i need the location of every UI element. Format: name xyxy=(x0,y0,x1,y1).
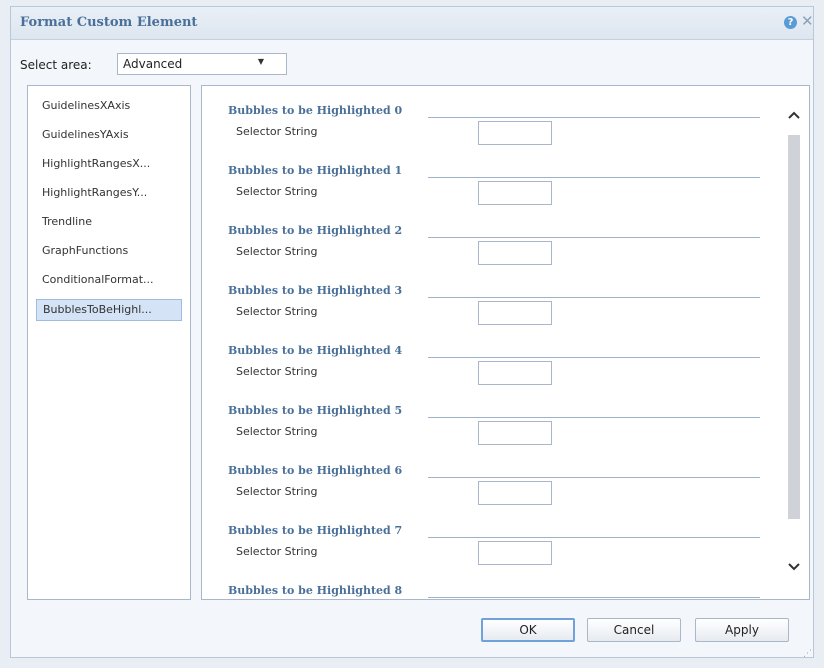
ok-button[interactable]: OK xyxy=(481,618,575,642)
area-dropdown[interactable]: Advanced ▼ xyxy=(117,53,287,75)
highlight-section: Bubbles to be Highlighted 6 Selector Stri… xyxy=(202,464,782,524)
section-title: Bubbles to be Highlighted 3 xyxy=(228,284,403,297)
selector-string-input[interactable] xyxy=(478,241,552,265)
section-divider xyxy=(428,177,760,178)
area-dropdown-value: Advanced xyxy=(123,57,183,71)
selector-string-label: Selector String xyxy=(236,245,318,258)
section-divider xyxy=(428,477,760,478)
section-divider xyxy=(428,597,760,598)
select-area-label: Select area: xyxy=(20,58,92,72)
selector-string-label: Selector String xyxy=(236,125,318,138)
section-divider xyxy=(428,537,760,538)
element-list-item[interactable]: HighlightRangesX... xyxy=(36,154,182,176)
highlight-section: Bubbles to be Highlighted 2 Selector Stri… xyxy=(202,224,782,284)
section-title: Bubbles to be Highlighted 7 xyxy=(228,524,403,537)
chevron-down-icon[interactable]: ▼ xyxy=(258,57,264,66)
element-list-item[interactable]: Trendline xyxy=(36,212,182,234)
selector-string-label: Selector String xyxy=(236,545,318,558)
element-list-item[interactable]: ConditionalFormat... xyxy=(36,270,182,292)
section-title: Bubbles to be Highlighted 4 xyxy=(228,344,403,357)
selector-string-input[interactable] xyxy=(478,541,552,565)
element-list: GuidelinesXAxis GuidelinesYAxis HighlightR… xyxy=(27,85,191,600)
help-icon[interactable]: ? xyxy=(784,16,797,29)
element-list-item[interactable]: BubblesToBeHighl... xyxy=(36,299,182,321)
scroll-thumb[interactable] xyxy=(788,135,800,519)
properties-panel: Bubbles to be Highlighted 0 Selector Stri… xyxy=(201,85,810,600)
selector-string-input[interactable] xyxy=(478,301,552,325)
section-title: Bubbles to be Highlighted 6 xyxy=(228,464,403,477)
selector-string-label: Selector String xyxy=(236,305,318,318)
highlight-section: Bubbles to be Highlighted 4 Selector Stri… xyxy=(202,344,782,404)
selector-string-label: Selector String xyxy=(236,365,318,378)
close-icon[interactable]: ✕ xyxy=(801,13,814,29)
section-title: Bubbles to be Highlighted 5 xyxy=(228,404,403,417)
section-title: Bubbles to be Highlighted 8 xyxy=(228,584,403,597)
dialog-titlebar[interactable]: Format Custom Element ? ✕ xyxy=(11,7,814,40)
element-list-item[interactable]: GraphFunctions xyxy=(36,241,182,263)
section-divider xyxy=(428,417,760,418)
cancel-button[interactable]: Cancel xyxy=(587,618,681,642)
highlight-section: Bubbles to be Highlighted 8 xyxy=(202,584,782,599)
section-title: Bubbles to be Highlighted 2 xyxy=(228,224,403,237)
selector-string-input[interactable] xyxy=(478,181,552,205)
section-title: Bubbles to be Highlighted 0 xyxy=(228,104,403,117)
format-custom-element-dialog: Format Custom Element ? ✕ Select area: A… xyxy=(10,6,814,659)
element-list-item[interactable]: GuidelinesYAxis xyxy=(36,125,182,147)
element-list-item[interactable]: HighlightRangesY... xyxy=(36,183,182,205)
apply-button[interactable]: Apply xyxy=(695,618,789,642)
selector-string-input[interactable] xyxy=(478,481,552,505)
selector-string-input[interactable] xyxy=(478,121,552,145)
section-divider xyxy=(428,297,760,298)
selector-string-label: Selector String xyxy=(236,425,318,438)
dialog-title: Format Custom Element xyxy=(20,15,198,30)
section-divider xyxy=(428,357,760,358)
selector-string-label: Selector String xyxy=(236,485,318,498)
selector-string-label: Selector String xyxy=(236,185,318,198)
highlight-section: Bubbles to be Highlighted 7 Selector Stri… xyxy=(202,524,782,584)
highlight-section: Bubbles to be Highlighted 3 Selector Stri… xyxy=(202,284,782,344)
chevron-down-icon[interactable] xyxy=(786,559,802,581)
highlight-section: Bubbles to be Highlighted 1 Selector Stri… xyxy=(202,164,782,224)
section-divider xyxy=(428,117,760,118)
chevron-up-icon[interactable] xyxy=(786,107,802,129)
section-divider xyxy=(428,237,760,238)
selector-string-input[interactable] xyxy=(478,361,552,385)
properties-scrollbar[interactable] xyxy=(786,107,802,587)
section-title: Bubbles to be Highlighted 1 xyxy=(228,164,403,177)
highlight-section: Bubbles to be Highlighted 5 Selector Stri… xyxy=(202,404,782,464)
resize-grip-icon[interactable]: ⋰ xyxy=(803,649,813,659)
element-list-item[interactable]: GuidelinesXAxis xyxy=(36,96,182,118)
highlight-section: Bubbles to be Highlighted 0 Selector Stri… xyxy=(202,104,782,164)
selector-string-input[interactable] xyxy=(478,421,552,445)
